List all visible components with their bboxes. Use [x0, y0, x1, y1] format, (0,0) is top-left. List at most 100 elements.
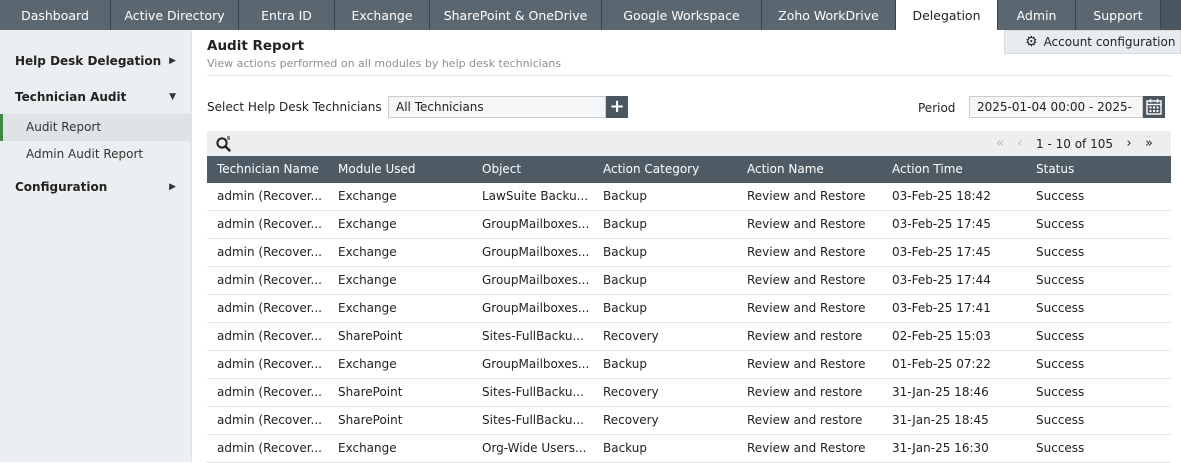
add-technician-button[interactable]: + [606, 96, 628, 118]
pagination: « ‹ 1 - 10 of 105 › » [990, 131, 1159, 156]
table-cell: 31-Jan-25 18:45 [892, 413, 989, 427]
table-cell: GroupMailboxes... [482, 273, 590, 287]
table-row[interactable]: admin (Recover... Exchange GroupMailboxes.… [207, 351, 1171, 379]
table-cell: admin (Recover... [217, 357, 322, 371]
sidebar-group-configuration[interactable]: Configuration ▶ [0, 171, 192, 203]
tab-exchange[interactable]: Exchange [335, 0, 430, 30]
table-cell: 03-Feb-25 17:45 [892, 217, 991, 231]
last-page-icon[interactable]: » [1139, 136, 1159, 151]
tab-delegation[interactable]: Delegation [896, 0, 998, 30]
chevron-right-icon: ▶ [169, 182, 176, 192]
tab-zoho-workdrive[interactable]: Zoho WorkDrive [762, 0, 896, 30]
chevron-down-icon: ▼ [169, 92, 176, 102]
search-icon[interactable] [215, 135, 233, 153]
divider [207, 75, 1171, 76]
table-cell: 03-Feb-25 17:44 [892, 273, 991, 287]
table-cell: Backup [603, 245, 647, 259]
table-toolbar: « ‹ 1 - 10 of 105 › » [207, 131, 1171, 156]
account-configuration-label: Account configuration [1043, 35, 1176, 49]
table-cell: Sites-FullBacku... [482, 385, 584, 399]
table-cell: Backup [603, 217, 647, 231]
sidebar-item-label: Audit Report [26, 120, 102, 134]
table-cell: Org-Wide Users... [482, 441, 587, 455]
table-cell: admin (Recover... [217, 385, 322, 399]
sidebar-item-admin-audit-report[interactable]: Admin Audit Report [0, 141, 192, 168]
tab-dashboard[interactable]: Dashboard [0, 0, 111, 30]
technician-select-label: Select Help Desk Technicians [207, 100, 382, 114]
table-cell: Exchange [338, 441, 397, 455]
table-cell: LawSuite Backu... [482, 189, 589, 203]
column-header[interactable]: Object [472, 156, 593, 183]
table-header: Technician Name Module Used Object Action C… [207, 156, 1171, 183]
next-page-icon[interactable]: › [1119, 136, 1139, 151]
table-cell: Success [1036, 441, 1085, 455]
table-cell: Backup [603, 441, 647, 455]
table-cell: Success [1036, 357, 1085, 371]
table-cell: admin (Recover... [217, 189, 322, 203]
table-cell: Exchange [338, 217, 397, 231]
table-cell: 03-Feb-25 18:42 [892, 189, 991, 203]
sidebar-item-audit-report[interactable]: Audit Report [0, 114, 192, 141]
sidebar: Help Desk Delegation ▶ Technician Audit … [0, 30, 192, 462]
column-header[interactable]: Action Time [882, 156, 1026, 183]
table-row[interactable]: admin (Recover... SharePoint Sites-FullBac… [207, 379, 1171, 407]
table-cell: admin (Recover... [217, 441, 322, 455]
sidebar-group-technician-audit[interactable]: Technician Audit ▼ [0, 81, 192, 113]
table-row[interactable]: admin (Recover... Exchange LawSuite Backu.… [207, 183, 1171, 211]
table-cell: Review and restore [747, 329, 863, 343]
table-row[interactable]: admin (Recover... Exchange GroupMailboxes.… [207, 211, 1171, 239]
period-input[interactable]: 2025-01-04 00:00 - 2025- [969, 96, 1143, 118]
tab-support[interactable]: Support [1076, 0, 1161, 30]
table-cell: SharePoint [338, 413, 403, 427]
sidebar-group-label: Technician Audit [15, 90, 127, 104]
column-header[interactable]: Module Used [328, 156, 472, 183]
table-cell: Exchange [338, 245, 397, 259]
tab-entra-id[interactable]: Entra ID [239, 0, 335, 30]
table-cell: Backup [603, 273, 647, 287]
table-cell: Success [1036, 245, 1085, 259]
calendar-button[interactable] [1143, 96, 1165, 118]
table-cell: GroupMailboxes... [482, 245, 590, 259]
tab-sharepoint-onedrive[interactable]: SharePoint & OneDrive [430, 0, 602, 30]
table-row[interactable]: admin (Recover... SharePoint Sites-FullBac… [207, 407, 1171, 435]
chevron-right-icon: ▶ [169, 56, 176, 66]
tab-admin[interactable]: Admin [998, 0, 1076, 30]
column-header[interactable]: Action Name [737, 156, 882, 183]
page-subtitle: View actions performed on all modules by… [207, 57, 562, 70]
table-cell: 03-Feb-25 17:45 [892, 245, 991, 259]
table-cell: Review and Restore [747, 245, 866, 259]
table-cell: admin (Recover... [217, 217, 322, 231]
pagination-info: 1 - 10 of 105 [1036, 136, 1113, 151]
table-cell: Success [1036, 189, 1085, 203]
column-header[interactable]: Technician Name [207, 156, 328, 183]
page-title: Audit Report [207, 38, 305, 54]
technician-select[interactable]: All Technicians [388, 96, 606, 118]
table-row[interactable]: admin (Recover... Exchange GroupMailboxes.… [207, 295, 1171, 323]
previous-page-icon[interactable]: ‹ [1010, 136, 1030, 151]
table-cell: 03-Feb-25 17:41 [892, 301, 991, 315]
tab-google-workspace[interactable]: Google Workspace [602, 0, 762, 30]
table-cell: Backup [603, 189, 647, 203]
sidebar-group-help-desk-delegation[interactable]: Help Desk Delegation ▶ [0, 45, 192, 77]
table-row[interactable]: admin (Recover... Exchange GroupMailboxes.… [207, 239, 1171, 267]
table-body: admin (Recover... Exchange LawSuite Backu.… [207, 183, 1171, 463]
account-configuration-button[interactable]: ⚙ Account configuration [1004, 30, 1181, 54]
column-header[interactable]: Status [1026, 156, 1171, 183]
sidebar-group-label: Help Desk Delegation [15, 54, 162, 68]
table-cell: Recovery [603, 385, 659, 399]
table-cell: Success [1036, 301, 1085, 315]
table-cell: Review and Restore [747, 217, 866, 231]
table-cell: GroupMailboxes... [482, 217, 590, 231]
first-page-icon[interactable]: « [990, 136, 1010, 151]
column-header[interactable]: Action Category [593, 156, 737, 183]
table-cell: Review and restore [747, 413, 863, 427]
table-row[interactable]: admin (Recover... Exchange Org-Wide Users.… [207, 435, 1171, 463]
tab-active-directory[interactable]: Active Directory [111, 0, 239, 30]
table-cell: Backup [603, 357, 647, 371]
table-cell: GroupMailboxes... [482, 357, 590, 371]
table-cell: 02-Feb-25 15:03 [892, 329, 991, 343]
table-cell: Success [1036, 385, 1085, 399]
table-row[interactable]: admin (Recover... SharePoint Sites-FullBac… [207, 323, 1171, 351]
table-row[interactable]: admin (Recover... Exchange GroupMailboxes.… [207, 267, 1171, 295]
table-cell: GroupMailboxes... [482, 301, 590, 315]
